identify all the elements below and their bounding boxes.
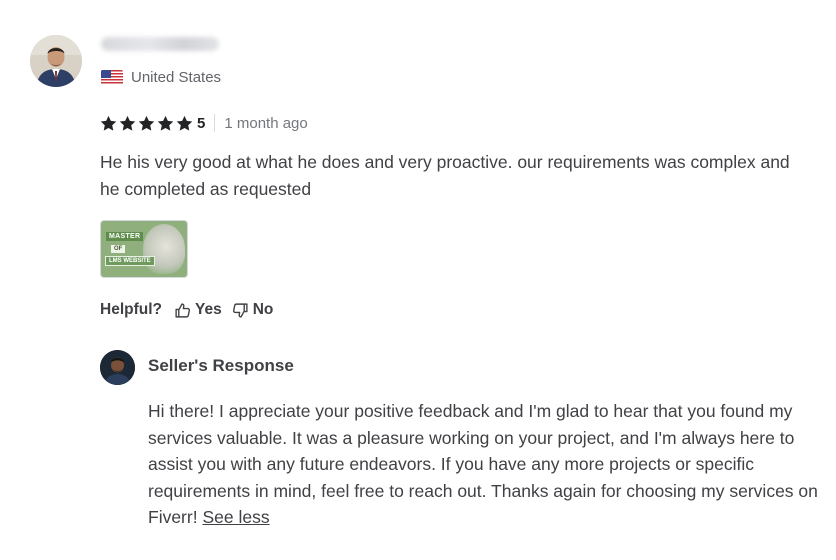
see-less-link[interactable]: See less	[202, 507, 269, 527]
star-rating	[100, 115, 193, 132]
star-icon	[119, 115, 136, 131]
us-flag-icon	[101, 70, 123, 85]
blurred-username	[101, 37, 219, 51]
reviewer-country: United States	[101, 69, 221, 86]
rating-divider	[214, 114, 216, 132]
thumbnail-line3: LMS WEBSITE	[105, 256, 155, 266]
thumbs-down-icon	[232, 302, 248, 318]
helpful-yes-button[interactable]: Yes	[174, 301, 222, 319]
star-icon	[157, 115, 174, 131]
review-time: 1 month ago	[224, 114, 308, 132]
rating-row: 5 1 month ago	[100, 113, 308, 133]
star-icon	[176, 115, 193, 131]
thumbnail-line1: MASTER	[106, 232, 144, 241]
seller-avatar[interactable]	[100, 350, 135, 385]
helpful-label: Helpful?	[100, 301, 162, 318]
seller-avatar-photo	[100, 350, 135, 385]
reviewer-avatar[interactable]	[30, 35, 82, 87]
helpful-row: Helpful? Yes No	[100, 299, 283, 321]
seller-response-text: Hi there! I appreciate your positive fee…	[148, 398, 818, 531]
reviewer-username[interactable]	[101, 34, 219, 54]
seller-response-title: Seller's Response	[148, 356, 294, 375]
helpful-no-button[interactable]: No	[232, 301, 274, 319]
country-name: United States	[131, 69, 222, 86]
yes-label: Yes	[195, 301, 222, 318]
star-icon	[100, 115, 117, 131]
star-icon	[138, 115, 155, 131]
thumbnail-line2: OF	[111, 245, 126, 253]
thumbnail-graphic	[143, 224, 185, 274]
rating-value: 5	[197, 114, 206, 132]
review-text: He his very good at what he does and ver…	[100, 152, 790, 199]
reviewer-avatar-photo	[30, 35, 82, 87]
no-label: No	[252, 301, 274, 318]
thumbs-up-icon	[175, 302, 191, 318]
review-attachment-thumbnail[interactable]: MASTER OF LMS WEBSITE	[100, 220, 188, 278]
